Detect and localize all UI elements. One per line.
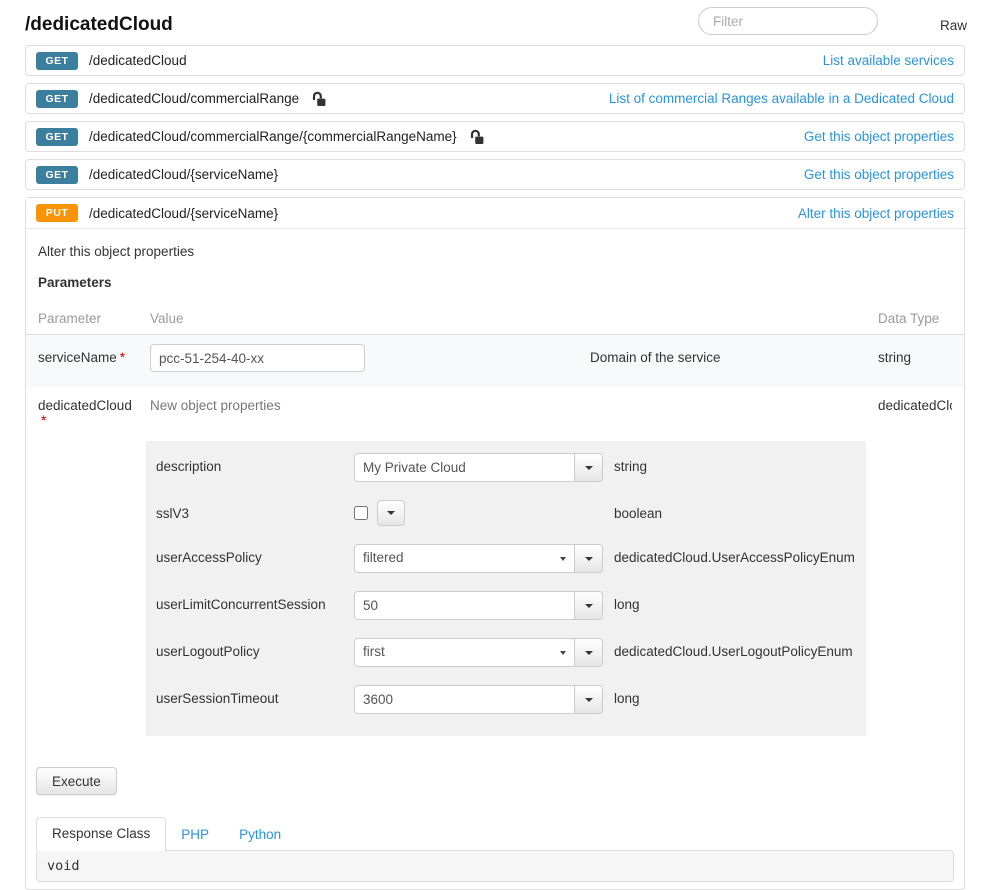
parameters-table-header: Parameter Value Data Type: [26, 290, 964, 335]
field-data-type: dedicatedCloud.UserAccessPolicyEnum: [614, 544, 866, 573]
select-arrow-icon: [560, 651, 566, 655]
field-name: sslV3: [156, 500, 344, 526]
required-marker: *: [41, 413, 150, 428]
put-method-badge: PUT: [36, 204, 78, 222]
endpoint-summary-link[interactable]: Alter this object properties: [798, 206, 954, 221]
field-data-type: boolean: [614, 500, 866, 526]
caret-down-icon: [585, 466, 593, 470]
body-object-label: New object properties: [150, 398, 590, 428]
field-data-type: string: [614, 453, 866, 482]
endpoint-path: /dedicatedCloud/{serviceName}: [89, 206, 278, 221]
field-data-type: dedicatedCloud.UserLogoutPolicyEnum: [614, 638, 866, 667]
field-row-sslv3: sslV3 boolean: [156, 500, 866, 526]
unlock-icon: [311, 91, 326, 107]
get-method-badge: GET: [36, 128, 78, 146]
param-name: dedicatedCloud: [38, 398, 132, 413]
raw-link[interactable]: Raw: [940, 18, 967, 33]
execute-button[interactable]: Execute: [36, 767, 117, 795]
field-row-usersessiontimeout: userSessionTimeout long: [156, 685, 866, 714]
column-header-value: Value: [150, 311, 590, 326]
response-tabs: Response Class PHP Python: [36, 817, 954, 850]
parameters-heading: Parameters: [26, 259, 964, 290]
endpoint-summary-link[interactable]: List of commercial Ranges available in a…: [609, 91, 954, 106]
unlock-icon: [469, 129, 484, 145]
caret-down-icon: [585, 698, 593, 702]
field-data-type: long: [614, 591, 866, 620]
tab-python[interactable]: Python: [224, 819, 296, 850]
field-name: userLimitConcurrentSession: [156, 591, 344, 620]
filter-input[interactable]: [698, 7, 878, 35]
caret-down-icon: [585, 557, 593, 561]
sslv3-dropdown-button[interactable]: [377, 500, 405, 526]
endpoint-path: /dedicatedCloud: [89, 53, 187, 68]
usersessiontimeout-dropdown-button[interactable]: [574, 685, 603, 714]
endpoint-row-get-commercialrangename[interactable]: GET /dedicatedCloud/commercialRange/{com…: [25, 121, 965, 152]
tab-response-class[interactable]: Response Class: [36, 817, 166, 851]
caret-down-icon: [387, 511, 395, 515]
select-arrow-icon: [560, 557, 566, 561]
column-header-parameter: Parameter: [38, 311, 150, 326]
param-name: serviceName: [38, 350, 117, 365]
endpoint-row-get-servicename[interactable]: GET /dedicatedCloud/{serviceName} Get th…: [25, 159, 965, 190]
caret-down-icon: [585, 604, 593, 608]
expanded-operation-card: PUT /dedicatedCloud/{serviceName} Alter …: [25, 197, 965, 890]
endpoint-list: GET /dedicatedCloud List available servi…: [25, 45, 965, 890]
servicename-input[interactable]: [150, 344, 365, 372]
endpoint-summary-link[interactable]: Get this object properties: [804, 129, 954, 144]
get-method-badge: GET: [36, 90, 78, 108]
body-properties-panel: description string sslV3 boolean: [146, 441, 866, 736]
userlogoutpolicy-select[interactable]: first: [354, 638, 575, 667]
field-row-userlimitconcurrentsession: userLimitConcurrentSession long: [156, 591, 866, 620]
endpoint-row-get-dedicatedcloud[interactable]: GET /dedicatedCloud List available servi…: [25, 45, 965, 76]
userlimitconcurrentsession-dropdown-button[interactable]: [574, 591, 603, 620]
endpoint-path: /dedicatedCloud/commercialRange/{commerc…: [89, 129, 457, 144]
get-method-badge: GET: [36, 52, 78, 70]
field-name: userSessionTimeout: [156, 685, 344, 714]
useraccesspolicy-select[interactable]: filtered: [354, 544, 575, 573]
tab-php[interactable]: PHP: [166, 819, 224, 850]
get-method-badge: GET: [36, 166, 78, 184]
endpoint-row-get-commercialrange[interactable]: GET /dedicatedCloud/commercialRange List…: [25, 83, 965, 114]
field-name: userAccessPolicy: [156, 544, 344, 573]
operation-description: Alter this object properties: [26, 229, 964, 259]
field-data-type: long: [614, 685, 866, 714]
field-row-description: description string: [156, 453, 866, 482]
caret-down-icon: [585, 651, 593, 655]
field-row-userlogoutpolicy: userLogoutPolicy first dedicatedCloud.Us…: [156, 638, 866, 667]
column-header-data-type: Data Type: [878, 311, 952, 326]
param-row-dedicatedcloud: dedicatedCloud * New object properties d…: [26, 387, 964, 736]
param-description: Domain of the service: [590, 344, 878, 365]
usersessiontimeout-input[interactable]: [354, 685, 575, 714]
description-input[interactable]: [354, 453, 575, 482]
selected-value: first: [363, 644, 385, 659]
endpoint-path: /dedicatedCloud/{serviceName}: [89, 167, 278, 182]
selected-value: filtered: [363, 550, 404, 565]
description-dropdown-button[interactable]: [574, 453, 603, 482]
endpoint-summary-link[interactable]: Get this object properties: [804, 167, 954, 182]
param-data-type: string: [878, 344, 952, 365]
param-data-type: dedicatedCloud.: [878, 398, 952, 428]
sslv3-checkbox[interactable]: [354, 506, 368, 520]
response-class-value: void: [36, 850, 954, 882]
useraccesspolicy-dropdown-button[interactable]: [574, 544, 603, 573]
required-marker: *: [120, 350, 125, 365]
page-header: /dedicatedCloud Raw: [0, 0, 990, 45]
endpoint-path: /dedicatedCloud/commercialRange: [89, 91, 299, 106]
endpoint-row-put-servicename[interactable]: PUT /dedicatedCloud/{serviceName} Alter …: [26, 198, 964, 229]
param-row-servicename: serviceName* Domain of the service strin…: [26, 335, 964, 387]
field-row-useraccesspolicy: userAccessPolicy filtered dedicatedCloud…: [156, 544, 866, 573]
userlimitconcurrentsession-input[interactable]: [354, 591, 575, 620]
endpoint-summary-link[interactable]: List available services: [823, 53, 954, 68]
userlogoutpolicy-dropdown-button[interactable]: [574, 638, 603, 667]
field-name: description: [156, 453, 344, 482]
field-name: userLogoutPolicy: [156, 638, 344, 667]
